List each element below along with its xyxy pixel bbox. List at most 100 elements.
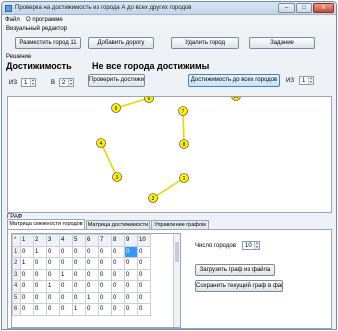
- matrix-row-header[interactable]: 2: [12, 257, 21, 270]
- matrix-cell[interactable]: 1: [59, 268, 73, 281]
- matrix-cell[interactable]: 0: [46, 245, 60, 258]
- matrix-cell[interactable]: 0: [124, 245, 138, 258]
- matrix-cell[interactable]: 0: [111, 268, 125, 281]
- place-city-button[interactable]: Разместить город 11: [15, 37, 81, 49]
- matrix-cell[interactable]: 0: [98, 268, 112, 281]
- matrix-cell[interactable]: 0: [98, 257, 112, 270]
- matrix-row-header[interactable]: 1: [12, 245, 21, 258]
- matrix-cell[interactable]: 1: [46, 280, 60, 293]
- matrix-column-header[interactable]: 5: [72, 234, 86, 247]
- matrix-cell[interactable]: 0: [46, 291, 60, 304]
- matrix-row-header[interactable]: 6: [12, 303, 21, 316]
- matrix-cell[interactable]: 1: [85, 291, 99, 304]
- matrix-column-header[interactable]: 8: [111, 234, 125, 247]
- add-road-button[interactable]: Добавить дорогу: [88, 37, 154, 49]
- matrix-column-header[interactable]: 2: [33, 234, 47, 247]
- matrix-cell[interactable]: 0: [137, 268, 151, 281]
- spinner-arrows-icon[interactable]: ▲ ▼: [68, 78, 73, 86]
- spinner-arrows-icon[interactable]: ▲ ▼: [254, 241, 259, 249]
- menu-file[interactable]: Файл: [5, 17, 20, 23]
- matrix-cell[interactable]: 0: [137, 280, 151, 293]
- matrix-cell[interactable]: 0: [85, 245, 99, 258]
- matrix-row-header[interactable]: 3: [12, 268, 21, 281]
- matrix-cell[interactable]: 0: [85, 268, 99, 281]
- from-spinner[interactable]: 1 ▲ ▼: [21, 78, 36, 87]
- matrix-cell[interactable]: 0: [33, 303, 47, 316]
- delete-city-button[interactable]: Удалить город: [171, 37, 239, 49]
- matrix-cell[interactable]: 0: [59, 280, 73, 293]
- matrix-cell[interactable]: 0: [124, 268, 138, 281]
- maximize-button[interactable]: □: [296, 3, 312, 13]
- check-reachability-button[interactable]: Проверить достижимость: [88, 74, 145, 87]
- graph-edge[interactable]: [182, 110, 185, 145]
- matrix-cell[interactable]: 0: [137, 291, 151, 304]
- matrix-cell[interactable]: 0: [46, 303, 60, 316]
- matrix-cell[interactable]: 1: [33, 245, 47, 258]
- matrix-cell[interactable]: 0: [111, 257, 125, 270]
- matrix-cell[interactable]: 0: [124, 280, 138, 293]
- matrix-cell[interactable]: 0: [46, 268, 60, 281]
- matrix-cell[interactable]: 0: [85, 280, 99, 293]
- matrix-cell[interactable]: 0: [137, 245, 151, 258]
- matrix-cell[interactable]: 0: [111, 303, 125, 316]
- reach-all-button[interactable]: Достижимость до всех городов: [188, 74, 280, 87]
- matrix-cell[interactable]: 0: [20, 280, 34, 293]
- matrix-cell[interactable]: 0: [20, 245, 34, 258]
- save-graph-button[interactable]: Сохранить текущий граф в файл: [195, 280, 283, 292]
- matrix-cell[interactable]: 0: [98, 245, 112, 258]
- menu-about[interactable]: О программе: [26, 17, 63, 23]
- scrollbar-thumb[interactable]: [175, 242, 179, 262]
- matrix-cell[interactable]: 0: [111, 245, 125, 258]
- graph-canvas[interactable]: 12345678910: [7, 96, 332, 213]
- load-graph-button[interactable]: Загрузить граф из файла: [195, 264, 275, 276]
- matrix-cell[interactable]: 0: [98, 280, 112, 293]
- matrix-cell[interactable]: 0: [59, 257, 73, 270]
- grid-scrollbar[interactable]: [173, 234, 180, 327]
- matrix-cell[interactable]: 0: [98, 303, 112, 316]
- matrix-column-header[interactable]: 3: [46, 234, 60, 247]
- matrix-cell[interactable]: 0: [85, 257, 99, 270]
- tab-adjacency-matrix[interactable]: Матрица смежности городов: [7, 219, 85, 229]
- matrix-cell[interactable]: 0: [72, 268, 86, 281]
- matrix-row-header[interactable]: 5: [12, 291, 21, 304]
- matrix-column-header[interactable]: 7: [98, 234, 112, 247]
- matrix-cell[interactable]: 0: [111, 291, 125, 304]
- matrix-cell[interactable]: 0: [72, 280, 86, 293]
- to-spinner[interactable]: 2 ▲ ▼: [59, 78, 74, 87]
- matrix-cell[interactable]: 0: [59, 245, 73, 258]
- matrix-cell[interactable]: 0: [20, 303, 34, 316]
- matrix-cell[interactable]: 0: [59, 291, 73, 304]
- matrix-cell[interactable]: 0: [111, 280, 125, 293]
- matrix-cell[interactable]: 0: [33, 280, 47, 293]
- tab-graph-control[interactable]: Управление графом: [151, 220, 209, 229]
- matrix-cell[interactable]: 0: [72, 257, 86, 270]
- matrix-cell[interactable]: 1: [72, 303, 86, 316]
- matrix-column-header[interactable]: 9: [124, 234, 138, 247]
- matrix-cell[interactable]: 0: [33, 291, 47, 304]
- matrix-cell[interactable]: 0: [98, 291, 112, 304]
- matrix-cell[interactable]: 0: [137, 257, 151, 270]
- matrix-cell[interactable]: 0: [124, 291, 138, 304]
- matrix-cell[interactable]: 0: [72, 291, 86, 304]
- matrix-column-header[interactable]: 1: [20, 234, 34, 247]
- matrix-cell[interactable]: 0: [72, 245, 86, 258]
- matrix-cell[interactable]: 0: [20, 268, 34, 281]
- matrix-cell[interactable]: 0: [33, 257, 47, 270]
- matrix-cell[interactable]: 0: [85, 303, 99, 316]
- matrix-cell[interactable]: 0: [20, 291, 34, 304]
- from2-spinner[interactable]: 1 ▲ ▼: [299, 76, 314, 85]
- spinner-arrows-icon[interactable]: ▲ ▼: [30, 78, 35, 86]
- graph-edge[interactable]: [100, 142, 118, 178]
- matrix-cell[interactable]: 1: [20, 257, 34, 270]
- tab-reachability-matrix[interactable]: Матрица достижимости: [86, 220, 150, 229]
- matrix-cell[interactable]: 0: [137, 303, 151, 316]
- matrix-column-header[interactable]: 4: [59, 234, 73, 247]
- matrix-column-header[interactable]: 6: [85, 234, 99, 247]
- city-count-spinner[interactable]: 10 ▲ ▼: [242, 241, 260, 250]
- matrix-cell[interactable]: 0: [124, 303, 138, 316]
- minimize-button[interactable]: –: [278, 3, 295, 13]
- spinner-arrows-icon[interactable]: ▲ ▼: [308, 76, 313, 84]
- matrix-cell[interactable]: 0: [59, 303, 73, 316]
- matrix-cell[interactable]: 0: [33, 268, 47, 281]
- matrix-cell[interactable]: 0: [46, 257, 60, 270]
